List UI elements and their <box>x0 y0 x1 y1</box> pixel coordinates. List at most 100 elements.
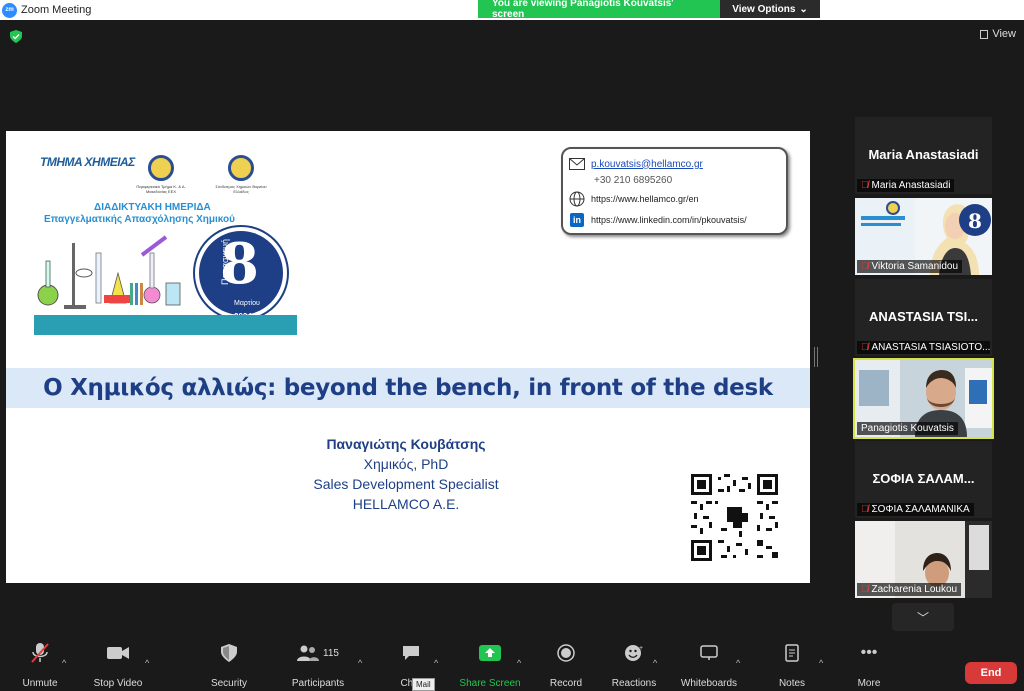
svg-text:+: + <box>639 645 643 652</box>
participant-name: ANASTASIA TSIASIOTO... <box>871 342 991 353</box>
share-screen-button[interactable]: Share Screen <box>455 640 525 689</box>
notes-icon <box>785 640 799 666</box>
end-label: End <box>980 667 1002 679</box>
reactions-button[interactable]: + Reactions <box>599 640 669 689</box>
whiteboards-button[interactable]: Whiteboards <box>674 640 744 689</box>
video-camera-icon <box>107 640 129 666</box>
mic-muted-icon: 🎙̸ <box>861 504 869 515</box>
record-icon <box>557 640 575 666</box>
mic-muted-icon <box>30 640 50 666</box>
view-layout-button[interactable]: View <box>980 28 1016 40</box>
linkedin-icon: in <box>570 213 584 227</box>
chevron-down-icon: ﹀ <box>916 610 929 625</box>
participant-tile[interactable]: ANASTASIA TSI... 🎙̸ ANASTASIA TSIASIOTO.… <box>855 279 992 356</box>
participants-options-caret-icon[interactable]: ^ <box>358 658 362 668</box>
globe-icon <box>569 191 585 207</box>
participant-name: Maria Anastasiadi <box>871 180 951 191</box>
presenter-title: Χημικός, PhD <box>363 456 449 472</box>
qr-code-icon <box>691 474 778 561</box>
more-button[interactable]: ••• More <box>834 640 904 689</box>
presenter-role: Sales Development Specialist <box>313 476 499 492</box>
participant-tile[interactable]: ΣΟΦΙΑ ΣΑΛΑΜ... 🎙̸ ΣΟΦΙΑ ΣΑΛΑΜΑΝΙΚΑ <box>855 441 992 518</box>
grid-icon <box>980 29 989 39</box>
more-dots-icon: ••• <box>860 644 878 661</box>
whiteboard-icon <box>700 640 718 666</box>
phone-number: +30 210 6895260 <box>594 175 673 186</box>
event-title-line1: ΔΙΑΔΙΚΤΥΑΚΗ ΗΜΕΡΙΔΑ <box>94 202 211 213</box>
association-seal-icon <box>148 155 174 181</box>
window-title: Zoom Meeting <box>21 4 92 16</box>
chevron-down-icon: ⌄ <box>799 3 808 15</box>
event-logo: ΤΜΗΜΑ ΧΗΜΕΙΑΣ Περιφερειακό Τμήμα Κ. & Δ.… <box>34 155 297 335</box>
linkedin-link[interactable]: https://www.linkedin.com/in/pkouvatsis/ <box>591 215 747 225</box>
stop-video-button[interactable]: Stop Video <box>83 640 153 689</box>
participant-tile[interactable]: 🎙̸ Zacharenia Loukou <box>855 521 992 598</box>
gallery-scroll-down-button[interactable]: ﹀ <box>892 603 954 631</box>
notes-options-caret-icon[interactable]: ^ <box>819 658 823 668</box>
whiteboards-label: Whiteboards <box>680 678 738 689</box>
presenter-company: HELLAMCO A.E. <box>352 496 460 512</box>
seal-caption-2: Σύνδεσμος Χημικών Βορείου Ελλάδος <box>215 184 267 194</box>
headline-band: Ο Χημικός αλλιώς: beyond the bench, in f… <box>6 368 810 408</box>
presenter-block: Παναγιώτης Κουβάτσης Χημικός, PhD Sales … <box>256 434 556 514</box>
participant-display-name: ANASTASIA TSI... <box>868 309 979 324</box>
participant-tile[interactable]: Maria Anastasiadi 🎙̸ Maria Anastasiadi <box>855 117 992 194</box>
more-label: More <box>857 678 881 689</box>
website-row: https://www.hellamco.gr/en <box>569 191 699 207</box>
chat-options-caret-icon[interactable]: ^ <box>434 658 438 668</box>
envelope-icon <box>569 157 585 171</box>
encryption-shield-icon[interactable] <box>10 30 22 43</box>
mic-muted-icon: 🎙̸ <box>861 342 869 353</box>
share-options-caret-icon[interactable]: ^ <box>517 658 521 668</box>
participants-icon: 115 <box>297 640 339 666</box>
website-link[interactable]: https://www.hellamco.gr/en <box>591 194 699 204</box>
svg-text:8: 8 <box>968 209 982 233</box>
participant-label: 🎙̸ Zacharenia Loukou <box>857 583 962 596</box>
society-seal-icon <box>228 155 254 181</box>
share-screen-label: Share Screen <box>459 678 521 689</box>
shared-screen-slide: ΤΜΗΜΑ ΧΗΜΕΙΑΣ Περιφερειακό Τμήμα Κ. & Δ.… <box>6 131 810 583</box>
participant-display-name: ΣΟΦΙΑ ΣΑΛΑΜ... <box>872 471 975 486</box>
mic-muted-icon: 🎙̸ <box>861 261 869 272</box>
video-options-caret-icon[interactable]: ^ <box>145 658 149 668</box>
security-button[interactable]: Security <box>194 640 264 689</box>
participant-name: ΣΟΦΙΑ ΣΑΛΑΜΑΝΙΚΑ <box>871 504 970 515</box>
panel-resize-handle[interactable] <box>814 347 818 367</box>
whiteboards-options-caret-icon[interactable]: ^ <box>736 658 740 668</box>
record-label: Record <box>549 678 583 689</box>
event-title-line2: Επαγγελματικής Απασχόλησης Χημικού <box>44 214 235 225</box>
mic-muted-icon: 🎙̸ <box>861 180 869 191</box>
event-logo-band <box>34 315 297 335</box>
view-options-label: View Options <box>732 3 796 15</box>
seal-caption-1: Περιφερειακό Τμήμα Κ. & Δ. Μακεδονίας ΕΕ… <box>136 184 186 194</box>
share-screen-icon <box>479 640 501 666</box>
stop-video-label: Stop Video <box>93 678 143 689</box>
participants-button[interactable]: 115 Participants <box>283 640 353 689</box>
participant-tile-active-speaker[interactable]: Panagiotis Kouvatsis <box>853 358 994 439</box>
meeting-toolbar: Unmute ^ Stop Video ^ Security 115 Parti… <box>0 640 1024 689</box>
participant-tile[interactable]: 8 🎙̸ Viktoria Samanidou <box>855 198 992 275</box>
participants-count: 115 <box>323 647 339 659</box>
reactions-label: Reactions <box>611 678 657 689</box>
audio-options-caret-icon[interactable]: ^ <box>62 658 66 668</box>
department-logo-text: ΤΜΗΜΑ ΧΗΜΕΙΑΣ <box>40 155 135 169</box>
presenter-name: Παναγιώτης Κουβάτσης <box>326 436 486 452</box>
chat-bubble-icon <box>402 640 420 666</box>
participants-label: Participants <box>291 678 345 689</box>
zoom-logo-icon: zm <box>2 2 17 18</box>
mic-muted-icon: 🎙̸ <box>861 584 869 595</box>
security-label: Security <box>210 678 248 689</box>
view-options-button[interactable]: View Options ⌄ <box>720 0 820 18</box>
reactions-options-caret-icon[interactable]: ^ <box>653 658 657 668</box>
notes-button[interactable]: Notes <box>757 640 827 689</box>
email-link[interactable]: p.kouvatsis@hellamco.gr <box>591 159 703 170</box>
record-button[interactable]: Record <box>531 640 601 689</box>
unmute-label: Unmute <box>22 678 58 689</box>
participant-label: 🎙̸ Maria Anastasiadi <box>857 179 955 192</box>
end-meeting-button[interactable]: End <box>965 662 1017 684</box>
share-banner: You are viewing Panagiotis Kouvatsis' sc… <box>478 0 820 20</box>
participant-name: Panagiotis Kouvatsis <box>861 423 954 434</box>
notes-label: Notes <box>778 678 806 689</box>
shield-icon <box>221 640 237 666</box>
participant-label: Panagiotis Kouvatsis <box>857 422 958 435</box>
